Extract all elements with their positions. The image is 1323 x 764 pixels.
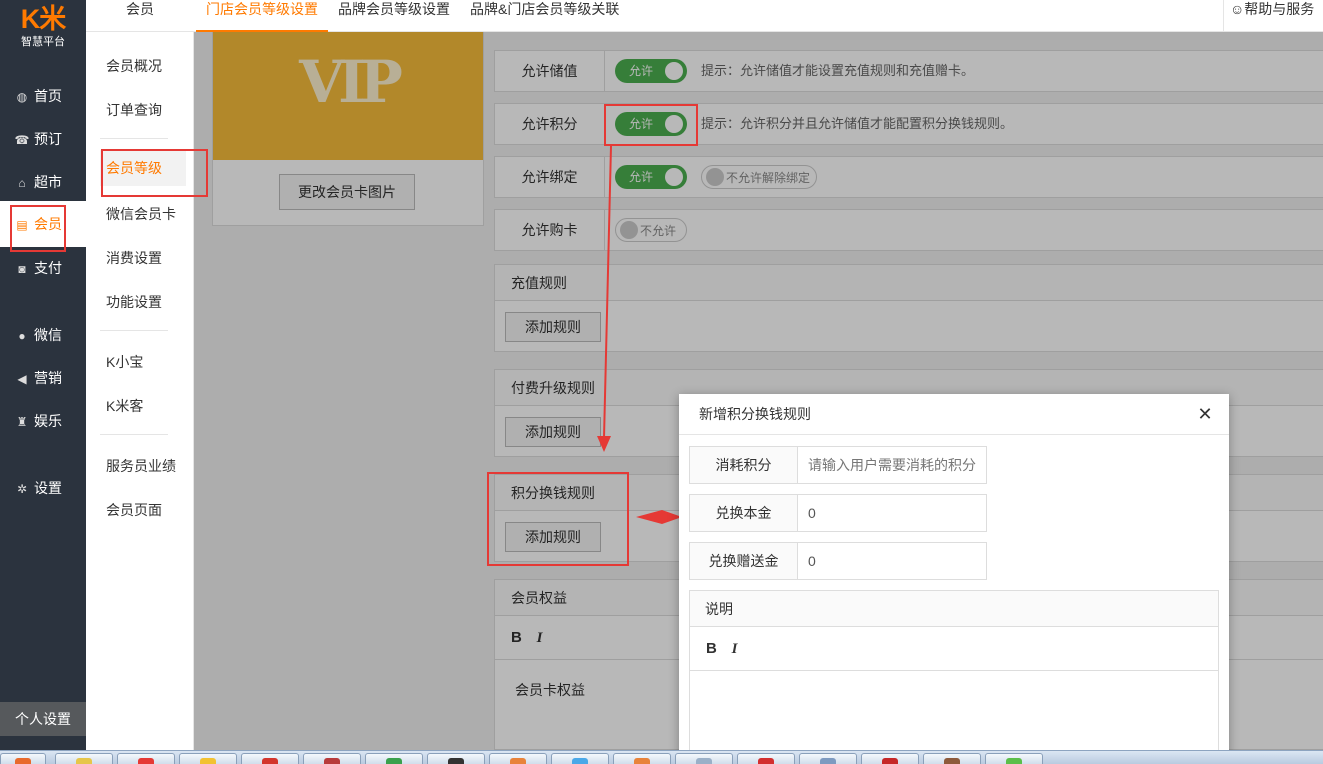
bonus-field: 兑换赠送金 — [689, 542, 987, 580]
close-icon[interactable]: ✕ — [1195, 404, 1215, 424]
bonus-field-label: 兑换赠送金 — [690, 543, 798, 579]
arrow-line — [603, 145, 612, 439]
add-exchange-rule-modal: 新增积分换钱规则 ✕ 消耗积分 兑换本金 兑换赠送金 说明 B I — [679, 394, 1229, 764]
app-icon — [572, 758, 588, 764]
principal-field: 兑换本金 — [689, 494, 987, 532]
app-icon — [1006, 758, 1022, 764]
os-taskbar — [0, 750, 1323, 764]
taskbar-app[interactable] — [117, 753, 175, 764]
app-icon — [882, 758, 898, 764]
app-icon — [324, 758, 340, 764]
start-button[interactable] — [0, 753, 46, 764]
taskbar-app[interactable] — [675, 753, 733, 764]
app-icon — [510, 758, 526, 764]
bold-button[interactable]: B — [706, 627, 728, 671]
taskbar-app[interactable] — [489, 753, 547, 764]
taskbar-app[interactable] — [55, 753, 113, 764]
points-field-label: 消耗积分 — [690, 447, 798, 483]
taskbar-app[interactable] — [737, 753, 795, 764]
description-editor: 说明 B I — [689, 590, 1219, 764]
taskbar-app[interactable] — [861, 753, 919, 764]
app-icon — [262, 758, 278, 764]
taskbar-app[interactable] — [613, 753, 671, 764]
taskbar-app[interactable] — [179, 753, 237, 764]
arrow-tail-icon — [636, 510, 662, 524]
taskbar-app[interactable] — [365, 753, 423, 764]
app-icon — [820, 758, 836, 764]
taskbar-app[interactable] — [303, 753, 361, 764]
description-label: 说明 — [690, 591, 1218, 627]
italic-button[interactable]: I — [732, 627, 754, 671]
principal-field-label: 兑换本金 — [690, 495, 798, 531]
taskbar-app[interactable] — [427, 753, 485, 764]
app-icon — [758, 758, 774, 764]
taskbar-app[interactable] — [799, 753, 857, 764]
start-icon — [15, 758, 31, 764]
principal-input[interactable] — [798, 495, 986, 531]
editor-toolbar: B I — [690, 627, 1218, 671]
divider — [679, 434, 1229, 435]
taskbar-app[interactable] — [985, 753, 1043, 764]
points-input[interactable] — [798, 447, 986, 483]
modal-title: 新增积分换钱规则 — [699, 406, 811, 422]
app-icon — [386, 758, 402, 764]
app-icon — [944, 758, 960, 764]
app-icon — [76, 758, 92, 764]
taskbar-app[interactable] — [923, 753, 981, 764]
arrow-head-icon — [597, 436, 611, 452]
points-field: 消耗积分 — [689, 446, 987, 484]
bonus-input[interactable] — [798, 543, 986, 579]
app-icon — [696, 758, 712, 764]
taskbar-app[interactable] — [551, 753, 609, 764]
app-icon — [138, 758, 154, 764]
app-icon — [448, 758, 464, 764]
app-icon — [634, 758, 650, 764]
app-icon — [200, 758, 216, 764]
description-textarea[interactable] — [690, 671, 1218, 761]
taskbar-app[interactable] — [241, 753, 299, 764]
